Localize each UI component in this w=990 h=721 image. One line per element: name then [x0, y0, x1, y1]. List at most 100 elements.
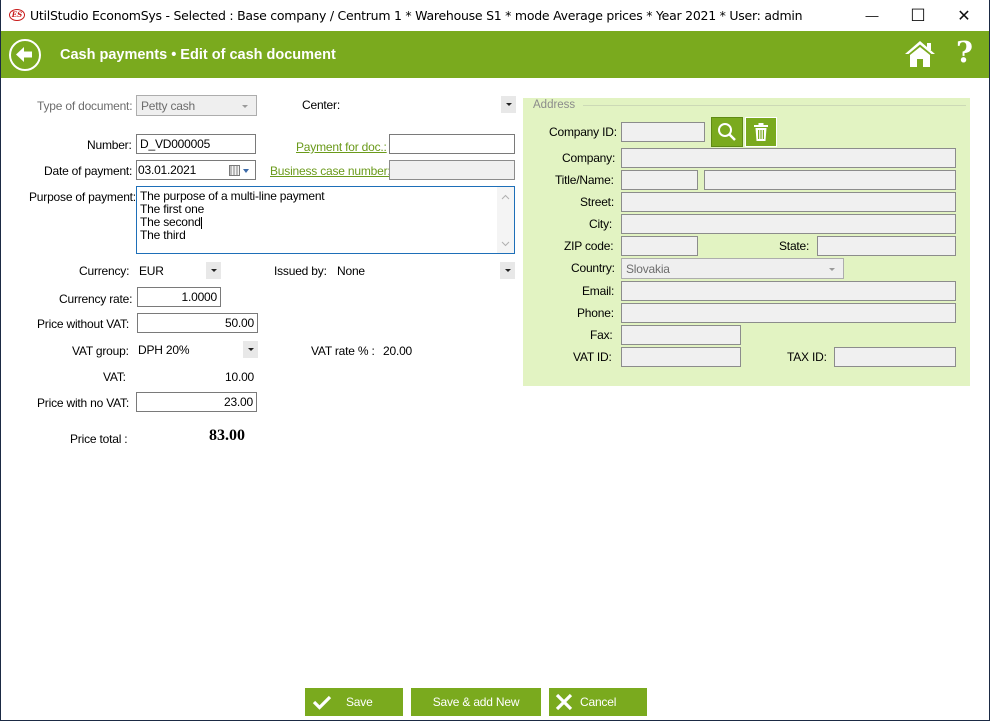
scroll-down-icon[interactable] [497, 238, 514, 250]
currency-rate-label: Currency rate: [59, 292, 133, 306]
company-label: Company: [562, 151, 616, 165]
vat-label: VAT: [103, 370, 126, 384]
address-legend: Address [533, 99, 576, 111]
title-bar: ES UtilStudio EconomSys - Selected : Bas… [1, 0, 989, 31]
name-input[interactable] [704, 170, 956, 190]
tax-id-label: TAX ID: [787, 350, 827, 364]
company-input[interactable] [621, 148, 956, 168]
maximize-button[interactable]: ☐ [895, 0, 941, 31]
chevron-down-icon [242, 105, 248, 108]
issued-by-dropdown[interactable] [500, 262, 515, 279]
back-button[interactable] [9, 39, 41, 71]
checkmark-icon [312, 695, 332, 710]
scroll-up-icon[interactable] [497, 191, 514, 203]
chevron-down-icon [829, 268, 835, 271]
currency-dropdown[interactable] [206, 262, 221, 279]
vat-group-dropdown[interactable] [243, 341, 258, 358]
email-label: Email: [582, 284, 615, 298]
clear-address-button[interactable] [745, 117, 777, 147]
country-label: Country: [571, 261, 615, 275]
vat-rate-label: VAT rate % : [311, 344, 375, 358]
save-label: Save [346, 695, 373, 709]
tax-id-input[interactable] [834, 347, 956, 367]
vat-value: 10.00 [225, 370, 255, 384]
vat-rate-value: 20.00 [383, 344, 413, 358]
price-total-label: Price total : [70, 432, 128, 446]
center-dropdown[interactable] [501, 96, 516, 113]
vat-id-input[interactable] [621, 347, 741, 367]
issued-by-label: Issued by: [274, 264, 327, 278]
save-and-add-new-button[interactable]: Save & add New [411, 688, 541, 716]
search-icon [718, 123, 736, 141]
purpose-of-payment-textarea[interactable]: The purpose of a multi-line payment The … [136, 186, 515, 254]
zip-code-input[interactable] [621, 236, 698, 256]
vat-group-label: VAT group: [72, 344, 129, 358]
close-x-icon [555, 693, 573, 711]
email-input[interactable] [621, 281, 956, 301]
price-with-no-vat-input[interactable]: 23.00 [136, 392, 257, 412]
page-title: Cash payments • Edit of cash document [60, 47, 336, 63]
save-and-add-new-label: Save & add New [432, 695, 520, 709]
text-cursor [200, 216, 202, 229]
arrow-left-icon [16, 47, 32, 62]
price-with-no-vat-label: Price with no VAT: [37, 396, 129, 410]
purpose-of-payment-label: Purpose of payment: [29, 190, 136, 204]
price-without-vat-label: Price without VAT: [37, 317, 129, 331]
title-input[interactable] [621, 170, 698, 190]
city-input[interactable] [621, 214, 956, 234]
type-of-document-label: Type of document: [37, 99, 133, 113]
calendar-icon[interactable] [229, 165, 240, 176]
app-logo-icon: ES [9, 9, 25, 21]
number-input[interactable]: D_VD000005 [136, 134, 256, 154]
address-divider [583, 105, 966, 106]
phone-input[interactable] [621, 303, 956, 323]
issued-by-value[interactable]: None [337, 264, 365, 278]
company-id-label: Company ID: [549, 125, 617, 139]
save-button[interactable]: Save [305, 688, 403, 716]
cancel-label: Cancel [580, 695, 617, 709]
trash-icon [754, 123, 768, 141]
title-name-label: Title/Name: [555, 173, 614, 187]
phone-label: Phone: [577, 306, 614, 320]
type-of-document-value: Petty cash [141, 99, 196, 113]
zip-code-label: ZIP code: [564, 239, 614, 253]
type-of-document-select[interactable]: Petty cash [136, 95, 257, 116]
currency-rate-input[interactable]: 1.0000 [137, 287, 221, 307]
page-header: Cash payments • Edit of cash document [1, 31, 989, 78]
payment-for-doc-input[interactable] [389, 134, 515, 154]
vat-id-label: VAT ID: [573, 350, 612, 364]
help-icon[interactable]: ? [956, 35, 973, 69]
fax-input[interactable] [621, 325, 741, 345]
price-total-value: 83.00 [209, 427, 245, 444]
close-icon: ✕ [957, 7, 971, 25]
currency-label: Currency: [79, 264, 130, 278]
state-label: State: [779, 239, 810, 253]
cancel-button[interactable]: Cancel [549, 688, 647, 716]
city-label: City: [589, 217, 613, 231]
business-case-number-input[interactable] [389, 160, 515, 180]
currency-value[interactable]: EUR [139, 264, 164, 278]
textarea-scrollbar[interactable] [497, 187, 514, 253]
purpose-line: The third [140, 228, 186, 242]
window-title: UtilStudio EconomSys - Selected : Base c… [30, 8, 803, 23]
payment-for-doc-link[interactable]: Payment for doc.: [296, 140, 387, 154]
street-input[interactable] [621, 192, 956, 212]
fax-label: Fax: [590, 328, 613, 342]
price-without-vat-input[interactable]: 50.00 [137, 313, 258, 333]
home-icon[interactable] [904, 40, 936, 68]
business-case-number-link[interactable]: Business case number: [270, 164, 391, 178]
close-button[interactable]: ✕ [941, 0, 987, 31]
maximize-icon: ☐ [910, 5, 926, 25]
state-input[interactable] [817, 236, 956, 256]
search-company-button[interactable] [711, 117, 743, 147]
street-label: Street: [580, 195, 614, 209]
country-select[interactable]: Slovakia [621, 258, 844, 279]
center-label: Center: [302, 98, 340, 112]
country-value: Slovakia [626, 262, 670, 276]
address-panel: Address Company ID: Company: Title/Name:… [523, 98, 970, 386]
date-of-payment-label: Date of payment: [44, 164, 133, 178]
minimize-button[interactable]: — [849, 0, 895, 31]
vat-group-value[interactable]: DPH 20% [138, 343, 189, 357]
company-id-input[interactable] [621, 122, 705, 142]
chevron-down-icon[interactable] [243, 169, 249, 173]
